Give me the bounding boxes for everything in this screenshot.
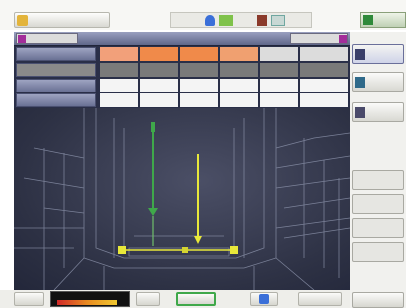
blue-status-icon — [205, 15, 215, 26]
table-cell[interactable] — [260, 93, 298, 107]
purple-square-icon — [339, 35, 347, 43]
table-cell[interactable] — [140, 79, 178, 93]
robot-3d-view[interactable] — [14, 108, 350, 290]
table-cell — [220, 63, 258, 77]
green-square-icon — [363, 15, 373, 25]
table-cell[interactable] — [260, 79, 298, 93]
top-right-button[interactable] — [360, 12, 406, 28]
table-cell — [100, 63, 138, 77]
table-cell[interactable] — [220, 93, 258, 107]
arm-button[interactable] — [352, 72, 404, 92]
table-cell[interactable] — [220, 79, 258, 93]
table-cell[interactable] — [300, 79, 348, 93]
tool-button[interactable] — [352, 102, 404, 122]
header-left-button[interactable] — [16, 33, 78, 44]
right-button-column — [350, 32, 406, 308]
speed-gauge — [50, 291, 130, 307]
table-cell[interactable] — [180, 79, 218, 93]
table-header-row — [14, 46, 350, 62]
table-cell — [140, 63, 178, 77]
bottom-icon-button[interactable] — [250, 292, 278, 306]
side-button[interactable] — [352, 170, 404, 190]
robot-axis-green — [148, 122, 158, 246]
arm-icon — [355, 77, 365, 88]
column-header[interactable] — [180, 47, 218, 61]
column-header[interactable] — [100, 47, 138, 61]
tool-icon — [355, 107, 365, 118]
row-label — [16, 47, 96, 61]
main-panel — [14, 32, 350, 290]
header-right-button[interactable] — [290, 33, 348, 44]
column-header[interactable] — [260, 47, 298, 61]
arm-select-button[interactable] — [352, 44, 404, 64]
table-cell — [180, 63, 218, 77]
bottom-left-button[interactable] — [14, 292, 44, 306]
column-header[interactable] — [140, 47, 178, 61]
table-cell[interactable] — [140, 93, 178, 107]
arm-selected-icon — [355, 49, 365, 60]
table-cell[interactable] — [100, 93, 138, 107]
side-button[interactable] — [352, 242, 404, 262]
green-status-icon — [219, 15, 233, 26]
gauge-bar — [57, 300, 117, 305]
table-cell[interactable] — [180, 93, 218, 107]
side-button[interactable] — [352, 218, 404, 238]
bottom-right-button[interactable] — [352, 292, 404, 308]
brown-status-icon — [257, 15, 267, 26]
table-cell[interactable] — [100, 79, 138, 93]
robot-axis-yellow — [194, 154, 202, 244]
table-row — [14, 92, 350, 108]
panel-header — [14, 32, 350, 45]
teal-status-icon — [271, 15, 285, 26]
folder-icon — [17, 15, 28, 26]
bottom-selected-button[interactable] — [176, 292, 216, 306]
blue-icon — [259, 293, 269, 304]
side-button[interactable] — [352, 194, 404, 214]
column-header[interactable] — [220, 47, 258, 61]
bottom-right-button-1[interactable] — [298, 292, 342, 306]
column-header[interactable] — [300, 47, 348, 61]
row-label — [16, 63, 96, 77]
bottom-bar — [0, 290, 350, 308]
mode-tab[interactable] — [14, 12, 110, 28]
wireframe-scene — [14, 108, 350, 290]
top-bar — [0, 0, 406, 30]
table-row — [14, 62, 350, 78]
table-cell — [300, 63, 348, 77]
row-label — [16, 79, 96, 93]
row-label — [16, 93, 96, 107]
table-cell — [260, 63, 298, 77]
purple-square-icon — [18, 35, 26, 43]
status-area — [170, 12, 312, 28]
table-cell[interactable] — [300, 93, 348, 107]
bottom-mid-button[interactable] — [136, 292, 160, 306]
